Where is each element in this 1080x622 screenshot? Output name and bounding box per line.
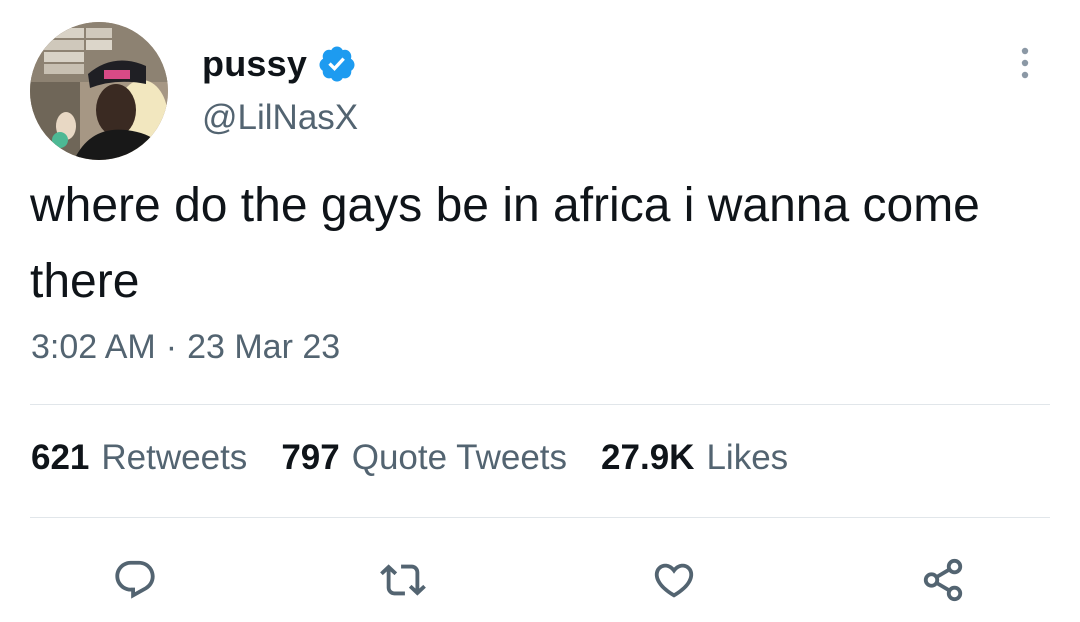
likes-count: 27.9K: [601, 438, 695, 477]
avatar[interactable]: [30, 22, 168, 160]
tweet-text: where do the gays be in africa i wanna c…: [30, 179, 980, 308]
more-vertical-icon[interactable]: [1010, 42, 1040, 84]
share-icon: [923, 558, 963, 602]
likes-stat[interactable]: 27.9K Likes: [601, 438, 788, 478]
retweet-icon: [380, 564, 426, 596]
retweets-stat[interactable]: 621 Retweets: [31, 438, 247, 478]
retweets-count: 621: [31, 438, 90, 477]
reply-icon: [115, 560, 155, 599]
quote-tweets-count: 797: [281, 438, 340, 477]
timestamp[interactable]: 3:02 AM · 23 Mar 23: [31, 328, 340, 367]
author-row: pussy: [202, 40, 357, 88]
timestamp-separator: ·: [165, 328, 178, 366]
divider-top: [30, 404, 1050, 405]
quote-tweets-label: Quote Tweets: [351, 438, 568, 477]
tweet-date: 23 Mar 23: [187, 328, 341, 366]
action-bar: [0, 550, 1080, 610]
tweet-card: pussy @LilNasX where do the gays be in a…: [0, 0, 1080, 622]
tweet-time: 3:02 AM: [31, 328, 156, 366]
reply-button[interactable]: [105, 550, 165, 610]
verified-badge-icon: [319, 46, 355, 82]
share-button[interactable]: [913, 550, 973, 610]
avatar-image: [30, 22, 168, 160]
display-name[interactable]: pussy: [202, 43, 307, 85]
tweet-stats: 621 Retweets 797 Quote Tweets 27.9K Like…: [31, 438, 822, 478]
user-handle[interactable]: @LilNasX: [202, 98, 358, 138]
retweets-label: Retweets: [101, 438, 248, 477]
quote-tweets-stat[interactable]: 797 Quote Tweets: [281, 438, 567, 478]
likes-label: Likes: [706, 438, 789, 477]
divider-bottom: [30, 517, 1050, 518]
like-button[interactable]: [644, 550, 704, 610]
retweet-button[interactable]: [373, 550, 433, 610]
heart-icon: [654, 563, 694, 598]
